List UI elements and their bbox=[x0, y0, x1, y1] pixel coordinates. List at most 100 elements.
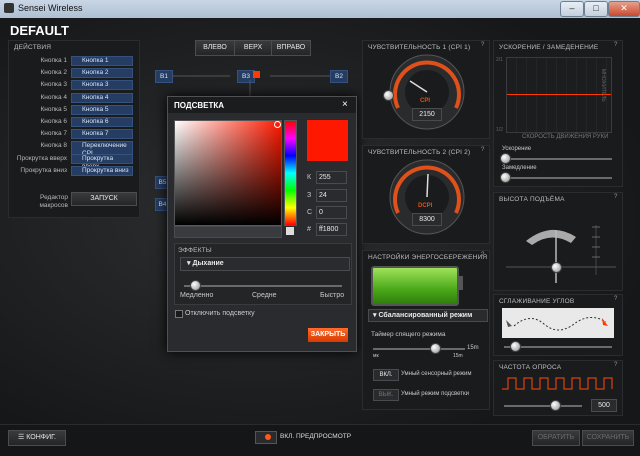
effect-select-value: Дыхание bbox=[192, 260, 224, 267]
orientation-left-button[interactable]: ВЛЕВО bbox=[195, 40, 235, 56]
action-row-label: Кнопка 8 bbox=[40, 142, 67, 150]
action-row-button[interactable]: Прокрутка вверх bbox=[71, 153, 133, 170]
action-row-button[interactable]: Кнопка 6 bbox=[71, 117, 133, 127]
action-row-button[interactable]: Кнопка 5 bbox=[71, 104, 133, 115]
effects-header: ЭФФЕКТЫ bbox=[178, 247, 212, 254]
color-presets-row[interactable] bbox=[174, 226, 282, 238]
action-row-button[interactable]: Кнопка 3 bbox=[71, 80, 133, 91]
hue-slider-handle[interactable] bbox=[286, 227, 294, 235]
disable-lighting-checkbox[interactable] bbox=[175, 310, 183, 318]
action-row-button[interactable]: Кнопка 1 bbox=[71, 56, 133, 66]
polling-panel: ЧАСТОТА ОПРОСА ? 500 bbox=[493, 360, 623, 416]
power-mode-select[interactable]: ▾ Сбалансированный режим bbox=[368, 309, 488, 322]
cpi2-panel: ЧУВСТВИТЕЛЬНОСТЬ 2 (CPI 2) ? DCPI 8300 bbox=[362, 145, 490, 244]
rgb-g-input[interactable]: 24 bbox=[316, 189, 347, 202]
battery-icon bbox=[371, 266, 459, 306]
polling-header: ЧАСТОТА ОПРОСА bbox=[499, 364, 562, 371]
power-panel: НАСТРОЙКИ ЭНЕРГОСБЕРЕЖЕНИЯ ? ▾ Сбалансир… bbox=[362, 250, 490, 410]
cpi2-help-icon[interactable]: ? bbox=[481, 147, 487, 153]
rgb-g-label: З bbox=[307, 192, 312, 199]
sleep-timer-knob[interactable] bbox=[430, 343, 441, 354]
polling-rate-value[interactable]: 500 bbox=[591, 399, 617, 412]
angle-header: СГЛАЖИВАНИЕ УГЛОВ bbox=[499, 298, 575, 305]
effect-speed-knob[interactable] bbox=[189, 280, 201, 291]
cpi1-knob[interactable] bbox=[383, 90, 394, 101]
accel-help-icon[interactable]: ? bbox=[614, 42, 620, 48]
acceleration-knob[interactable] bbox=[500, 153, 511, 164]
deceleration-track[interactable] bbox=[504, 177, 612, 179]
power-help-icon[interactable]: ? bbox=[481, 252, 487, 258]
orientation-right-button[interactable]: ВПРАВО bbox=[271, 40, 311, 56]
polling-rate-track[interactable] bbox=[504, 405, 582, 407]
dialog-close-icon[interactable]: × bbox=[342, 99, 348, 110]
smart-sensor-label: Умный сенсорный режим bbox=[401, 371, 472, 377]
effect-speed-track[interactable] bbox=[184, 285, 342, 287]
action-row-button[interactable]: Прокрутка вниз bbox=[71, 165, 133, 176]
action-row-label: Кнопка 1 bbox=[40, 57, 67, 64]
save-button[interactable]: СОХРАНИТЬ bbox=[582, 430, 634, 446]
sleep-timer-label: Таймер спящего режима bbox=[371, 331, 446, 338]
smart-light-toggle-state: ВЫК. bbox=[378, 392, 394, 398]
rgb-b-input[interactable]: 0 bbox=[316, 206, 347, 219]
action-row-button[interactable]: Кнопка 7 bbox=[71, 129, 133, 140]
cpi1-label: CPI bbox=[420, 98, 431, 104]
angle-snapping-knob[interactable] bbox=[510, 341, 521, 352]
actions-panel: ДЕЙСТВИЯ Редактор макросов ЗАПУСК Кнопка… bbox=[8, 40, 140, 218]
hex-label: # bbox=[307, 226, 311, 233]
config-button-label: КОНФИГ. bbox=[26, 434, 56, 441]
cpi2-label: DCPI bbox=[418, 203, 433, 209]
action-row-button[interactable]: Кнопка 2 bbox=[71, 68, 133, 79]
effect-select[interactable]: ▾ Дыхание bbox=[180, 257, 350, 271]
accel-graph[interactable] bbox=[506, 57, 612, 133]
angle-snapping-graphic bbox=[502, 308, 614, 338]
hex-input[interactable]: ff1800 bbox=[316, 223, 347, 236]
preview-label: ВКЛ. ПРЕДПРОСМОТР bbox=[280, 433, 352, 440]
smart-light-toggle[interactable]: ВЫК. bbox=[373, 389, 399, 401]
orientation-up-button[interactable]: ВЕРХ bbox=[234, 40, 272, 56]
cpi1-help-icon[interactable]: ? bbox=[481, 42, 487, 48]
lift-height-knob[interactable] bbox=[551, 262, 562, 273]
window-title: Sensei Wireless bbox=[18, 3, 83, 13]
battery-terminal bbox=[458, 276, 463, 290]
action-row-label: Прокрутка вверх bbox=[16, 154, 67, 162]
actions-header: ДЕЙСТВИЯ bbox=[14, 44, 52, 51]
acceleration-track[interactable] bbox=[504, 158, 612, 160]
action-row-label: Кнопка 4 bbox=[40, 93, 67, 101]
polling-rate-knob[interactable] bbox=[550, 400, 561, 411]
sleep-timer-track[interactable] bbox=[373, 348, 465, 350]
cpi1-panel: ЧУВСТВИТЕЛЬНОСТЬ 1 (CPI 1) ? CPI 2150 bbox=[362, 40, 490, 139]
lift-height-graphic[interactable] bbox=[506, 215, 616, 285]
smart-light-label: Умный режим подсветки bbox=[401, 391, 470, 397]
macro-launch-button[interactable]: ЗАПУСК bbox=[71, 192, 137, 206]
close-button[interactable]: ✕ bbox=[608, 1, 640, 17]
polling-wave-graphic bbox=[502, 377, 613, 390]
preview-toggle[interactable] bbox=[255, 431, 277, 444]
accel-y-axis-label: МНОЖИТЕЛЬ bbox=[600, 69, 606, 102]
smart-sensor-toggle[interactable]: ВКЛ. bbox=[373, 369, 399, 381]
rgb-b-label: С bbox=[307, 209, 313, 216]
speed-fast-label: Быстро bbox=[320, 292, 345, 299]
hue-slider[interactable] bbox=[284, 120, 297, 226]
action-row-button[interactable]: Кнопка 4 bbox=[71, 92, 133, 103]
action-row-label: Прокрутка вниз bbox=[20, 166, 67, 174]
app-icon bbox=[4, 3, 14, 13]
cpi2-header: ЧУВСТВИТЕЛЬНОСТЬ 2 (CPI 2) bbox=[368, 149, 471, 156]
rgb-r-input[interactable]: 255 bbox=[316, 171, 347, 184]
lift-help-icon[interactable]: ? bbox=[614, 194, 620, 200]
reset-button[interactable]: ОБРАТИТЬ bbox=[532, 430, 580, 446]
power-mode-value: Сбалансированный режим bbox=[378, 312, 473, 319]
cpi1-header: ЧУВСТВИТЕЛЬНОСТЬ 1 (CPI 1) bbox=[368, 44, 471, 51]
color-picker-cursor[interactable] bbox=[274, 121, 281, 128]
lighting-close-button[interactable]: ЗАКРЫТЬ bbox=[308, 328, 348, 342]
minimize-button[interactable]: – bbox=[560, 1, 584, 17]
angle-help-icon[interactable]: ? bbox=[614, 296, 620, 302]
action-row-label: Кнопка 6 bbox=[40, 118, 67, 125]
maximize-button[interactable]: □ bbox=[584, 1, 608, 17]
deceleration-knob[interactable] bbox=[500, 172, 511, 183]
cpi2-value[interactable]: 8300 bbox=[412, 213, 442, 226]
color-picker-field[interactable] bbox=[174, 120, 282, 226]
config-button[interactable]: ☰ КОНФИГ. bbox=[8, 430, 66, 446]
polling-help-icon[interactable]: ? bbox=[614, 362, 620, 368]
sleep-min-label: мк bbox=[373, 353, 379, 359]
cpi1-value[interactable]: 2150 bbox=[412, 108, 442, 121]
